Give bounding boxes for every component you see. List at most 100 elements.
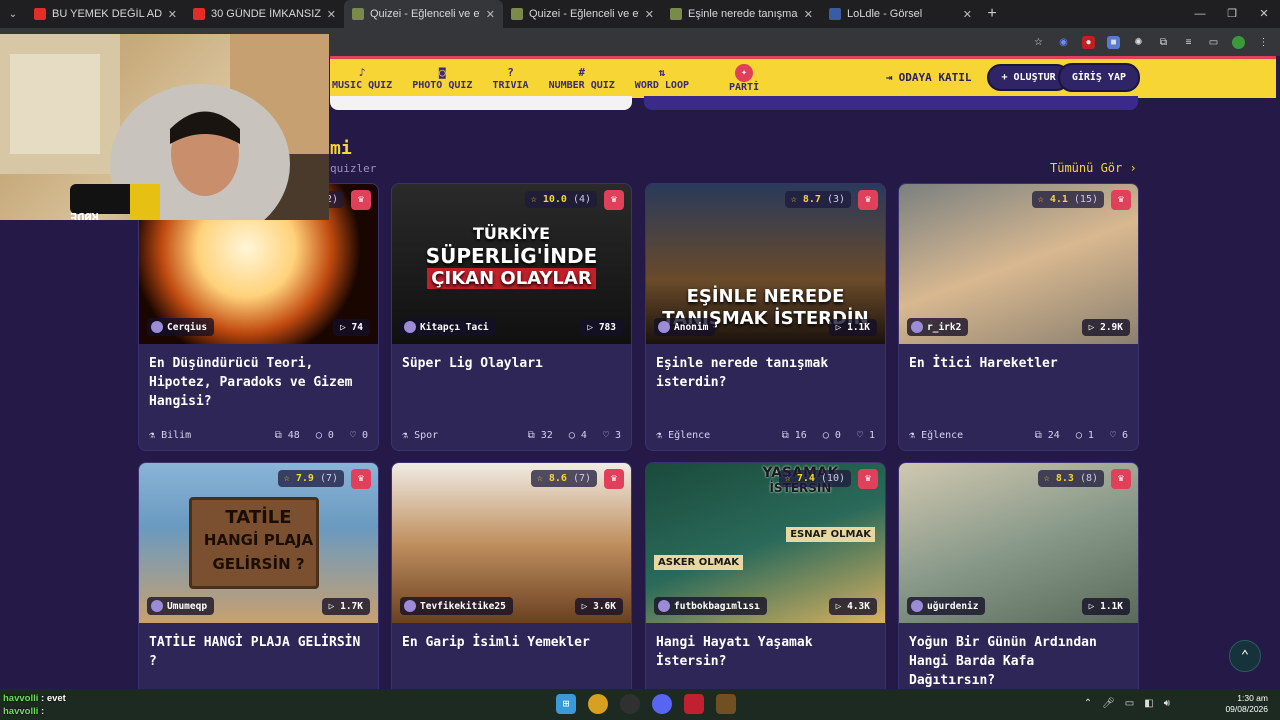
nav-item-sort[interactable]: ⇅ WORD LOOP bbox=[635, 66, 689, 91]
tab-close-icon[interactable]: ✕ bbox=[486, 8, 495, 21]
quiz-card[interactable]: TATİLE HANGİ PLAJA GELİRSİN ? ☆ 7.9 (7) ♛ Umu… bbox=[138, 462, 379, 702]
nav-item-hash[interactable]: # NUMBER QUIZ bbox=[549, 66, 615, 91]
stream-chat-overlay: havvolli : evet havvolli : bbox=[3, 692, 66, 718]
tab-close-icon[interactable]: ✕ bbox=[645, 8, 654, 21]
tab-close-icon[interactable]: ✕ bbox=[168, 8, 177, 21]
login-button[interactable]: GİRİŞ YAP bbox=[1057, 63, 1140, 92]
volume-icon[interactable]: 🔊︎ bbox=[1164, 698, 1170, 709]
see-all-link[interactable]: Tümünü Gör › bbox=[1050, 161, 1137, 175]
rating-value: 8.3 bbox=[1055, 473, 1074, 484]
author-badge[interactable]: futbokbagımlısı bbox=[654, 597, 767, 615]
rating-count: (15) bbox=[1073, 194, 1098, 205]
author-badge[interactable]: uğurdeniz bbox=[907, 597, 986, 615]
quiz-title[interactable]: En Düşündürücü Teori, Hipotez, Paradoks … bbox=[139, 344, 378, 420]
quiz-card[interactable]: YAŞAMAKİSTERSİNASKER OLMAKESNAF OLMAK☆ 7… bbox=[645, 462, 886, 702]
new-tab-button[interactable]: + bbox=[980, 5, 1004, 23]
obs-icon[interactable] bbox=[620, 694, 640, 714]
quiz-card[interactable]: EŞİNLE NEREDE TANIŞMAK İSTERDİN ☆ 8.7 (3) ♛… bbox=[645, 183, 886, 451]
quiz-card[interactable]: ☆ 4.1 (15) ♛ r_irk2 ▷ 2.9K En İtici Hareketl… bbox=[898, 183, 1139, 451]
tab-close-icon[interactable]: ✕ bbox=[327, 8, 336, 21]
play-count: ▷ 74 bbox=[333, 319, 370, 336]
extension-icon[interactable]: ◉ bbox=[1057, 36, 1070, 49]
tab-close-icon[interactable]: ✕ bbox=[804, 8, 813, 21]
microphone-icon[interactable]: 🎤︎ bbox=[1102, 698, 1115, 709]
quiz-title[interactable]: En Garip İsimli Yemekler bbox=[392, 623, 631, 699]
quiz-thumbnail[interactable]: ☆ 8.3 (8) ♛ uğurdeniz ▷ 1.1K bbox=[899, 463, 1138, 623]
author-badge[interactable]: Kitapçı Taci bbox=[400, 318, 496, 336]
tab-search-icon[interactable]: ⌄ bbox=[0, 9, 26, 20]
play-icon: ▷ bbox=[587, 322, 594, 333]
nav-label: PHOTO QUIZ bbox=[412, 80, 473, 91]
author-badge[interactable]: Umumeqp bbox=[147, 597, 215, 615]
quiz-title[interactable]: Süper Lig Olayları bbox=[392, 344, 631, 420]
restore-icon[interactable]: ❐ bbox=[1216, 0, 1248, 28]
author-name: Kitapçı Taci bbox=[420, 321, 489, 333]
browser-tab[interactable]: LoLdle - Görsel ✕ bbox=[821, 0, 980, 28]
extensions-puzzle-icon[interactable]: ⧉ bbox=[1157, 36, 1170, 49]
browser-tab[interactable]: Quizei - Eğlenceli ve etkileşimli ✕ bbox=[503, 0, 662, 28]
quiz-title[interactable]: Yoğun Bir Günün Ardından Hangi Barda Kaf… bbox=[899, 623, 1138, 699]
crown-icon: ♛ bbox=[351, 190, 371, 210]
extension-icon[interactable]: ■ bbox=[1107, 35, 1120, 49]
browser-tab[interactable]: 30 GÜNDE İMKANSIZI BAŞARMAK ✕ bbox=[185, 0, 344, 28]
quiz-card[interactable]: ☆ 2)♛Cerqius▷ 74En Düşündürücü Teori, Hi… bbox=[138, 183, 379, 451]
quiz-card[interactable]: ☆ 8.3 (8) ♛ uğurdeniz ▷ 1.1K Yoğun Bir Günün… bbox=[898, 462, 1139, 702]
quiz-thumbnail[interactable]: YAŞAMAKİSTERSİNASKER OLMAKESNAF OLMAK☆ 7… bbox=[646, 463, 885, 623]
quiz-title[interactable]: Hangi Hayatı Yaşamak İstersin? bbox=[646, 623, 885, 699]
quiz-card[interactable]: TÜRKİYE SÜPERLİG'İNDE ÇIKAN OLAYLAR ☆ 10.0 … bbox=[391, 183, 632, 451]
close-window-icon[interactable]: ✕ bbox=[1248, 0, 1280, 28]
author-avatar bbox=[911, 321, 923, 333]
nav-item-question[interactable]: ? TRIVIA bbox=[492, 66, 528, 91]
discord-icon[interactable] bbox=[652, 694, 672, 714]
play-icon: ▷ bbox=[1088, 322, 1095, 333]
app-icon[interactable] bbox=[716, 694, 736, 714]
network-icon[interactable]: ◧ bbox=[1144, 698, 1153, 709]
app-icon[interactable] bbox=[684, 694, 704, 714]
nav-item-camera[interactable]: ◙ PHOTO QUIZ bbox=[412, 66, 472, 91]
thumb-caption: GELİRSİN ? bbox=[212, 555, 305, 573]
comment-icon: ◯ bbox=[568, 429, 575, 441]
category-label[interactable]: ⚗ Spor bbox=[402, 430, 512, 441]
quiz-thumbnail[interactable]: ☆ 4.1 (15) ♛ r_irk2 ▷ 2.9K bbox=[899, 184, 1138, 344]
display-icon[interactable]: ▭ bbox=[1125, 698, 1134, 709]
more-menu-icon[interactable]: ⋮ bbox=[1257, 36, 1270, 49]
split-view-icon[interactable]: ▭ bbox=[1207, 36, 1220, 49]
scroll-to-top-button[interactable]: ⌃ bbox=[1229, 640, 1261, 672]
minimize-icon[interactable]: — bbox=[1184, 0, 1216, 28]
nav-item-party[interactable]: ✦ PARTİ bbox=[729, 64, 759, 93]
quiz-thumbnail[interactable]: EŞİNLE NEREDE TANIŞMAK İSTERDİN ☆ 8.7 (3) ♛… bbox=[646, 184, 885, 344]
quiz-thumbnail[interactable]: ☆ 8.6 (7) ♛ Tevfikekitike25 ▷ 3.6K bbox=[392, 463, 631, 623]
reading-list-icon[interactable]: ≡ bbox=[1182, 36, 1195, 49]
system-clock[interactable]: 1:30 am 09/08/2026 bbox=[1225, 693, 1268, 715]
category-label[interactable]: ⚗ Eğlence bbox=[909, 430, 1019, 441]
author-avatar bbox=[151, 600, 163, 612]
quiz-title[interactable]: En İtici Hareketler bbox=[899, 344, 1138, 420]
author-badge[interactable]: r_irk2 bbox=[907, 318, 969, 336]
comment-count: ◯ 0 bbox=[315, 429, 334, 441]
browser-tab[interactable]: Quizei - Eğlenceli ve etkileşimli ✕ bbox=[344, 0, 503, 28]
browser-tab[interactable]: Eşinle nerede tanışmak isterdin ✕ bbox=[662, 0, 821, 28]
quiz-title[interactable]: Eşinle nerede tanışmak isterdin? bbox=[646, 344, 885, 420]
quiz-thumbnail[interactable]: TATİLE HANGİ PLAJA GELİRSİN ? ☆ 7.9 (7) ♛ Umu… bbox=[139, 463, 378, 623]
tab-title: Quizei - Eğlenceli ve etkileşimli bbox=[529, 8, 639, 20]
chrome-icon[interactable] bbox=[588, 694, 608, 714]
profile-avatar[interactable] bbox=[1232, 35, 1245, 49]
tray-chevron-icon[interactable]: ⌃ bbox=[1084, 698, 1092, 709]
quiz-thumbnail[interactable]: TÜRKİYE SÜPERLİG'İNDE ÇIKAN OLAYLAR ☆ 10.0 … bbox=[392, 184, 631, 344]
category-label[interactable]: ⚗ Eğlence bbox=[656, 430, 766, 441]
extension-icon[interactable]: ✺ bbox=[1132, 36, 1145, 49]
windows-start-icon[interactable]: ⊞ bbox=[556, 694, 576, 714]
quiz-title[interactable]: TATİLE HANGİ PLAJA GELİRSİN ? bbox=[139, 623, 378, 699]
author-badge[interactable]: Tevfikekitike25 bbox=[400, 597, 513, 615]
quiz-card[interactable]: ☆ 8.6 (7) ♛ Tevfikekitike25 ▷ 3.6K En Garip … bbox=[391, 462, 632, 702]
author-badge[interactable]: Anonim bbox=[654, 318, 716, 336]
bookmark-star-icon[interactable]: ☆ bbox=[1032, 36, 1045, 49]
category-label[interactable]: ⚗ Bilim bbox=[149, 430, 259, 441]
join-room-button[interactable]: ⇥ ODAYA KATIL bbox=[886, 71, 971, 84]
play-count: ▷ 783 bbox=[580, 319, 623, 336]
tab-close-icon[interactable]: ✕ bbox=[963, 8, 972, 21]
author-badge[interactable]: Cerqius bbox=[147, 318, 215, 336]
nav-item-music-note[interactable]: ♪ MUSIC QUIZ bbox=[332, 66, 392, 91]
extension-icon[interactable]: ● bbox=[1082, 35, 1095, 49]
browser-tab[interactable]: BU YEMEK DEĞİL ADETA ŞÖLEN ✕ bbox=[26, 0, 185, 28]
